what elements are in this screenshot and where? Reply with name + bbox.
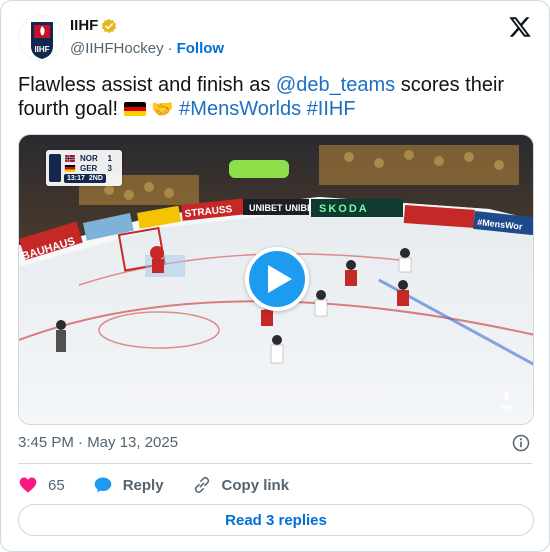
germany-flag-icon <box>123 102 146 116</box>
video-player[interactable]: BAUHAUS STRAUSS UNIBET UNIBET SKODA #Men… <box>18 134 534 425</box>
home-team: NOR <box>80 153 98 163</box>
like-button[interactable]: 65 <box>18 475 65 495</box>
iihf-mini-logo <box>49 154 61 182</box>
info-icon[interactable] <box>511 433 531 453</box>
copy-link-button[interactable]: Copy link <box>192 475 290 495</box>
iihf-watermark-icon <box>503 391 509 401</box>
scoreboard: NOR 1 GER 3 13:17 2ND <box>46 150 122 186</box>
handle-row: @IIHFHockey · Follow <box>70 40 224 57</box>
watermark-text: IIHF <box>499 405 513 412</box>
play-icon <box>267 265 292 293</box>
verified-badge-icon <box>102 18 117 33</box>
reply-label: Reply <box>122 476 164 494</box>
tweet-text-part: Flawless assist and finish as <box>18 74 276 96</box>
away-team: GER <box>80 163 98 173</box>
mention-link[interactable]: @deb_teams <box>276 74 395 96</box>
tweet-card: IIHF IIHF @IIHFHockey · Follow Flawless … <box>0 0 550 552</box>
tweet-header: IIHF IIHF @IIHFHockey · Follow <box>18 13 532 63</box>
avatar-label: IIHF <box>34 45 49 54</box>
like-count: 65 <box>48 476 65 494</box>
x-logo-icon[interactable] <box>508 15 532 39</box>
hashtag-link[interactable]: #MensWorlds <box>179 98 301 120</box>
copy-link-label: Copy link <box>221 476 290 494</box>
handshake-icon: 🤝 <box>151 99 174 119</box>
tweet-timestamp[interactable]: 3:45 PM · May 13, 2025 <box>18 434 178 451</box>
hashtag-link[interactable]: #IIHF <box>307 98 356 120</box>
display-name[interactable]: IIHF <box>70 17 98 34</box>
scoreboard-row-home: NOR 1 <box>64 153 112 163</box>
name-row: IIHF <box>70 17 117 34</box>
heart-icon <box>19 477 37 493</box>
game-clock: 13:17 2ND <box>64 174 106 183</box>
home-score: 1 <box>107 153 112 163</box>
away-score: 3 <box>107 163 112 173</box>
svg-text:UNIBET UNIBET: UNIBET UNIBET <box>249 203 319 213</box>
read-replies-button[interactable]: Read 3 replies <box>18 504 534 536</box>
follow-button[interactable]: Follow <box>177 40 225 57</box>
read-replies-label: Read 3 replies <box>225 511 327 529</box>
separator: · <box>167 40 173 57</box>
handle[interactable]: @IIHFHockey <box>70 40 164 57</box>
norway-flag-icon <box>65 154 75 162</box>
svg-text:SKODA: SKODA <box>319 203 369 215</box>
reply-bubble-icon <box>94 477 112 493</box>
link-icon <box>194 476 209 494</box>
divider <box>18 463 532 464</box>
play-button[interactable] <box>245 247 309 311</box>
video-watermark: IIHF <box>500 391 513 412</box>
avatar[interactable]: IIHF <box>18 15 64 61</box>
action-bar: 65 Reply Copy link <box>18 471 317 499</box>
reply-button[interactable]: Reply <box>93 475 164 495</box>
scoreboard-row-away: GER 3 <box>64 163 112 173</box>
germany-flag-icon <box>64 164 76 172</box>
clock-time: 13:17 <box>67 175 85 182</box>
period: 2ND <box>88 175 103 182</box>
tweet-text: Flawless assist and finish as @deb_teams… <box>18 73 534 121</box>
